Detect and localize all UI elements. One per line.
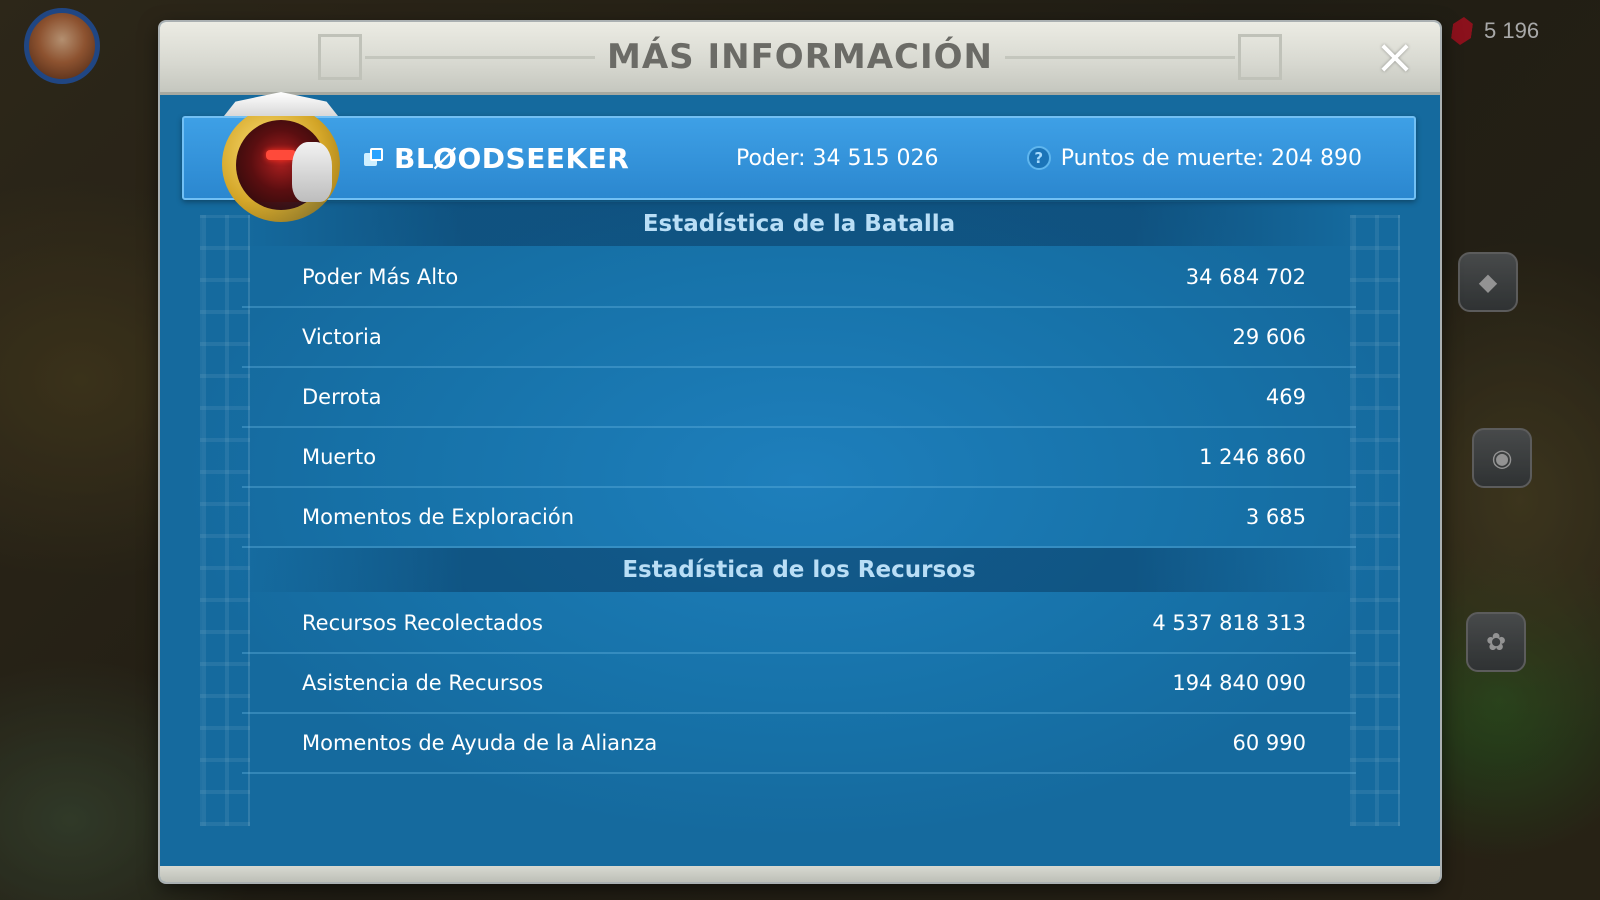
kill-points-group: ? Puntos de muerte: 204 890 (1026, 138, 1362, 178)
stat-value: 3 685 (1245, 505, 1306, 529)
kill-points: Puntos de muerte: 204 890 (1060, 145, 1362, 171)
meander-border-right (1350, 215, 1400, 826)
stat-label: Poder Más Alto (302, 265, 459, 289)
statue-bust (292, 142, 332, 202)
stat-value: 29 606 (1232, 325, 1306, 349)
stat-label: Momentos de Exploración (302, 505, 575, 529)
stat-value: 1 246 860 (1199, 445, 1306, 469)
stat-label: Recursos Recolectados (302, 611, 543, 635)
stat-value: 469 (1265, 385, 1306, 409)
more-info-dialog: MÁS INFORMACIÓN × BLØODSEEKER Poder: 34 … (160, 22, 1440, 882)
stat-label: Victoria (302, 325, 382, 349)
help-icon[interactable]: ? (1026, 146, 1051, 170)
stat-value: 4 537 818 313 (1152, 611, 1306, 635)
battle-stats-header: Estadística de la Batalla (242, 202, 1356, 246)
stat-value: 194 840 090 (1172, 671, 1306, 695)
player-name-group[interactable]: BLØODSEEKER (364, 138, 629, 178)
stat-value: 60 990 (1232, 731, 1306, 755)
dialog-title-bar: MÁS INFORMACIÓN × (160, 22, 1440, 95)
stat-label: Derrota (302, 385, 382, 409)
stat-row: Recursos Recolectados 4 537 818 313 (242, 594, 1356, 654)
stat-row: Muerto 1 246 860 (242, 428, 1356, 488)
stat-label: Muerto (302, 445, 377, 469)
stat-label: Momentos de Ayuda de la Alianza (302, 731, 658, 755)
stat-label: Asistencia de Recursos (302, 671, 544, 695)
temple-crown (224, 92, 338, 116)
close-icon: × (1374, 29, 1416, 85)
stat-value: 34 684 702 (1185, 265, 1306, 289)
stat-row: Victoria 29 606 (242, 308, 1356, 368)
stat-row: Asistencia de Recursos 194 840 090 (242, 654, 1356, 714)
stat-row: Derrota 469 (242, 368, 1356, 428)
resource-stats-header: Estadística de los Recursos (242, 548, 1356, 592)
stat-row: Momentos de Ayuda de la Alianza 60 990 (242, 714, 1356, 774)
close-button[interactable]: × (1372, 29, 1418, 85)
stat-row: Poder Más Alto 34 684 702 (242, 248, 1356, 308)
player-card: BLØODSEEKER Poder: 34 515 026 ? Puntos d… (182, 116, 1416, 200)
dialog-title: MÁS INFORMACIÓN (607, 37, 993, 77)
dialog-bottom-bar (160, 866, 1440, 882)
player-power: Poder: 34 515 026 (736, 145, 939, 171)
stat-row: Momentos de Exploración 3 685 (242, 488, 1356, 548)
player-name: BLØODSEEKER (394, 141, 630, 175)
alliance-icon (364, 148, 384, 168)
